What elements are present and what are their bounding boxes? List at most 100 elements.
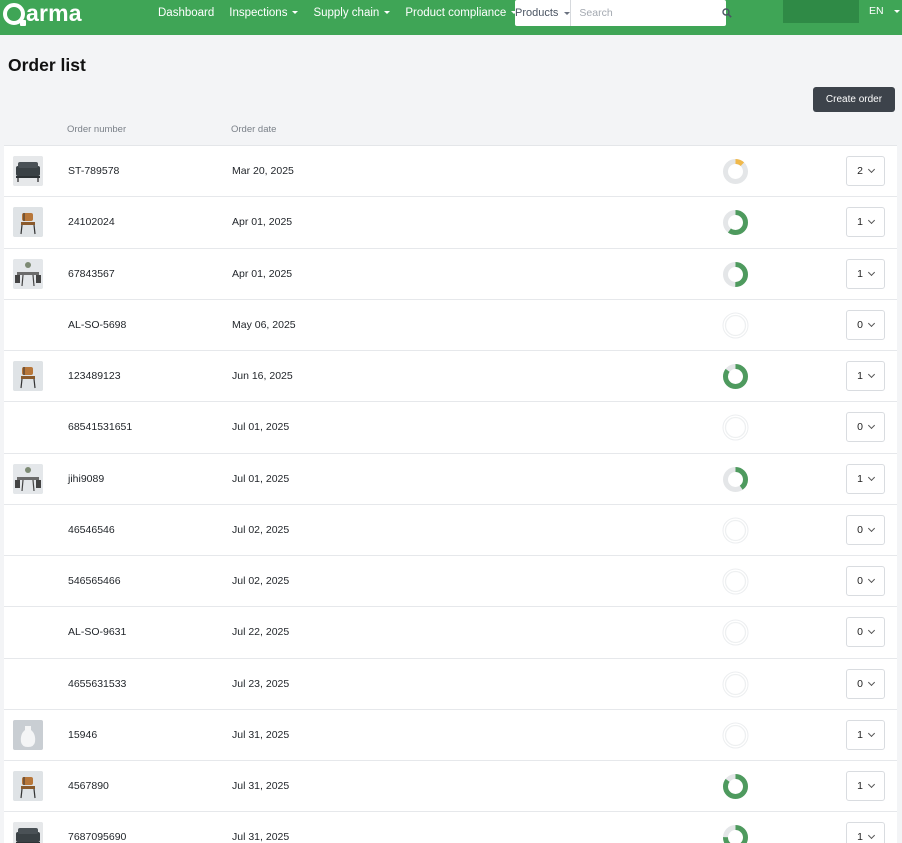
order-number[interactable]: 46546546: [68, 524, 115, 536]
quantity-value: 1: [857, 370, 863, 382]
product-thumbnail: [13, 771, 43, 801]
quantity-dropdown[interactable]: 0: [846, 617, 885, 648]
chevron-down-icon: [867, 422, 875, 430]
table-row[interactable]: 24102024 Apr 01, 2025 1: [4, 197, 897, 249]
order-date: Mar 20, 2025: [232, 165, 294, 177]
order-number[interactable]: AL-SO-9631: [68, 626, 126, 638]
table-row[interactable]: AL-SO-5698 May 06, 2025 0: [4, 300, 897, 351]
quantity-dropdown[interactable]: 1: [846, 719, 885, 750]
progress-ring: [722, 261, 749, 288]
order-number[interactable]: 68541531651: [68, 421, 132, 433]
quantity-value: 0: [857, 318, 863, 331]
nav-inspections-label: Inspections: [229, 6, 288, 19]
table-row[interactable]: 4655631533 Jul 23, 2025 0: [4, 659, 897, 710]
progress-ring: [722, 363, 749, 390]
progress-ring: [722, 722, 749, 749]
order-number[interactable]: AL-SO-5698: [68, 319, 126, 331]
table-row[interactable]: ST-789578 Mar 20, 2025 2: [4, 146, 897, 198]
quantity-value: 1: [857, 831, 863, 843]
progress-ring: [722, 619, 749, 646]
chevron-down-icon: [867, 473, 875, 481]
order-date: Jul 22, 2025: [232, 626, 290, 639]
quantity-dropdown[interactable]: 1: [846, 258, 885, 289]
nav-dashboard[interactable]: Dashboard: [158, 7, 214, 19]
quantity-dropdown[interactable]: 1: [846, 822, 885, 843]
table-row[interactable]: jihi9089 Jul 01, 2025 1: [4, 454, 897, 505]
order-date: Jul 01, 2025: [232, 421, 290, 434]
quantity-value: 2: [857, 165, 863, 177]
chevron-down-icon: [867, 165, 875, 174]
order-number[interactable]: jihi9089: [68, 473, 104, 485]
order-number[interactable]: ST-789578: [68, 165, 119, 177]
table-row[interactable]: 68541531651 Jul 01, 2025 0: [4, 402, 897, 454]
quantity-dropdown[interactable]: 0: [846, 668, 885, 699]
order-number[interactable]: 7687095690: [68, 831, 126, 843]
nav-product-compliance[interactable]: Product compliance: [405, 7, 518, 19]
product-thumbnail: [13, 463, 43, 494]
progress-ring: [722, 414, 749, 441]
page-title: Order list: [8, 55, 86, 75]
chevron-down-icon: [867, 268, 875, 276]
order-number[interactable]: 4655631533: [68, 678, 126, 690]
search-scope-dropdown[interactable]: Products: [515, 0, 572, 26]
table-row[interactable]: 15946 Jul 31, 2025 1: [4, 710, 897, 761]
column-header-order-date[interactable]: Order date: [231, 124, 276, 135]
chevron-down-icon: [867, 217, 875, 225]
table-row[interactable]: 123489123 Jun 16, 2025 1: [4, 351, 897, 403]
column-header-order-number[interactable]: Order number: [67, 124, 126, 135]
order-date: May 06, 2025: [232, 318, 296, 331]
quantity-dropdown[interactable]: 0: [846, 566, 885, 596]
qarma-logo[interactable]: arma: [3, 0, 82, 26]
caret-down-icon: [384, 11, 391, 14]
nav-inspections[interactable]: Inspections: [229, 6, 299, 19]
order-number[interactable]: 67843567: [68, 268, 115, 280]
order-number[interactable]: 4567890: [68, 780, 109, 792]
search-scope-label: Products: [515, 7, 559, 19]
table-row[interactable]: 4567890 Jul 31, 2025 1: [4, 761, 897, 813]
order-number[interactable]: 24102024: [68, 216, 115, 228]
nav-dashboard-label: Dashboard: [158, 6, 215, 19]
quantity-dropdown[interactable]: 0: [846, 412, 885, 443]
chevron-down-icon: [867, 319, 875, 327]
language-label: EN: [869, 5, 884, 17]
order-date: Jul 01, 2025: [232, 472, 290, 485]
order-date: Jul 31, 2025: [232, 780, 290, 792]
quantity-value: 0: [857, 523, 863, 536]
progress-ring: [722, 209, 749, 236]
search-input[interactable]: [571, 0, 723, 26]
table-row[interactable]: 7687095690 Jul 31, 2025 1: [4, 812, 897, 843]
progress-ring: [722, 824, 749, 843]
order-number[interactable]: 546565466: [68, 575, 121, 587]
account-menu-button[interactable]: [783, 0, 859, 23]
quantity-value: 0: [857, 677, 863, 690]
chevron-down-icon: [867, 627, 875, 635]
quantity-value: 1: [857, 267, 863, 280]
product-thumbnail: [13, 207, 43, 238]
nav-supply-chain[interactable]: Supply chain: [313, 7, 391, 19]
table-row[interactable]: 67843567 Apr 01, 2025 1: [4, 249, 897, 300]
order-date: Jun 16, 2025: [232, 370, 293, 382]
order-number[interactable]: 123489123: [68, 370, 121, 382]
table-row[interactable]: 546565466 Jul 02, 2025 0: [4, 556, 897, 608]
search-icon[interactable]: [722, 0, 733, 26]
language-selector[interactable]: EN: [869, 5, 900, 17]
order-date: Apr 01, 2025: [232, 267, 293, 280]
quantity-dropdown[interactable]: 1: [846, 361, 885, 391]
quantity-dropdown[interactable]: 2: [846, 156, 885, 186]
main-nav: Dashboard Inspections Supply chain Produ…: [158, 0, 518, 25]
order-number[interactable]: 15946: [68, 729, 97, 741]
order-date: Jul 31, 2025: [232, 728, 290, 741]
quantity-dropdown[interactable]: 1: [846, 207, 885, 238]
table-row[interactable]: 46546546 Jul 02, 2025 0: [4, 505, 897, 556]
chevron-down-icon: [867, 370, 875, 379]
quantity-dropdown[interactable]: 1: [846, 463, 885, 494]
create-order-button[interactable]: Create order: [813, 87, 895, 112]
logo-text: arma: [26, 0, 82, 26]
quantity-dropdown[interactable]: 0: [846, 309, 885, 340]
progress-ring: [722, 158, 749, 185]
quantity-dropdown[interactable]: 0: [846, 514, 885, 545]
table-row[interactable]: AL-SO-9631 Jul 22, 2025 0: [4, 607, 897, 659]
quantity-dropdown[interactable]: 1: [846, 771, 885, 801]
progress-ring: [722, 671, 749, 698]
order-date: Jul 02, 2025: [232, 523, 290, 536]
